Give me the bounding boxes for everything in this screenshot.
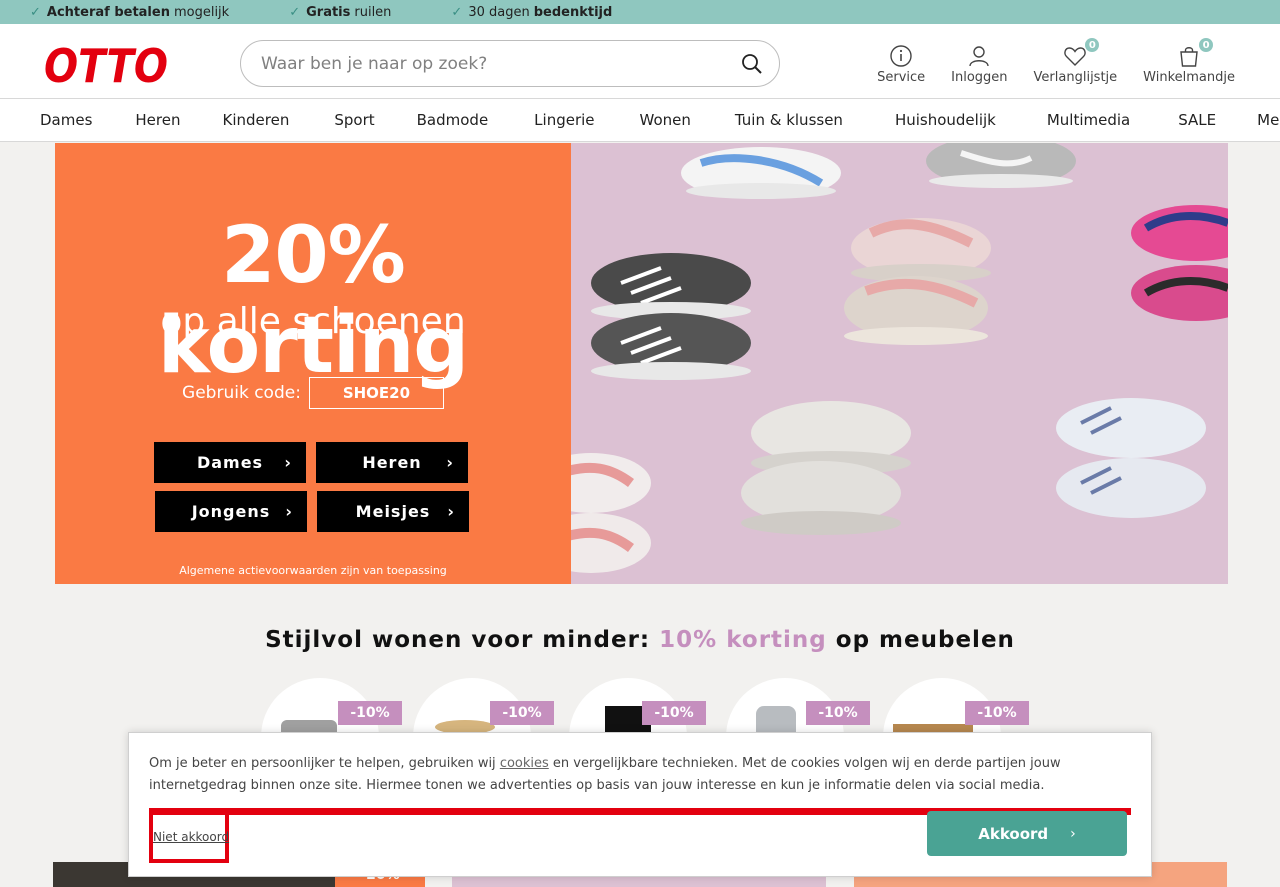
info-icon bbox=[890, 45, 912, 67]
nav-item-tuin-klussen[interactable]: Tuin & klussen bbox=[735, 111, 843, 129]
usp-bar: ✓ Achteraf betalen mogelijk ✓ Gratis rui… bbox=[0, 0, 1280, 24]
usp-item-returns: ✓ Gratis ruilen bbox=[289, 5, 391, 20]
site-header: OTTO Service Inloggen bbox=[0, 24, 1280, 99]
cookie-text-part1: Om je beter en persoonlijker te helpen, … bbox=[149, 756, 496, 771]
cookie-banner: Om je beter en persoonlijker te helpen, … bbox=[128, 732, 1152, 877]
wishlist-label: Verlanglijstje bbox=[1033, 70, 1118, 85]
discount-badge: -10% bbox=[490, 701, 554, 725]
section-title-post: op meubelen bbox=[835, 627, 1015, 653]
usp-bold: Achteraf betalen bbox=[46, 4, 170, 20]
hero-banner[interactable]: 20% korting op alle schoenen Gebruik cod… bbox=[55, 143, 1228, 584]
nav-item-dames[interactable]: Dames bbox=[40, 111, 92, 129]
discount-badge: -10% bbox=[965, 701, 1029, 725]
hero-button-label: Jongens bbox=[191, 502, 271, 521]
hero-footnote: Algemene actievoorwaarden zijn van toepa… bbox=[179, 564, 447, 577]
usp-text: ruilen bbox=[354, 4, 392, 20]
login-label: Inloggen bbox=[951, 70, 1008, 85]
hero-sneakers-image bbox=[571, 143, 1228, 584]
search-bar bbox=[240, 40, 780, 87]
wishlist-count-badge: 0 bbox=[1085, 38, 1100, 52]
hero-button-jongens[interactable]: Jongens › bbox=[155, 491, 307, 532]
otto-logo[interactable]: OTTO bbox=[42, 42, 170, 86]
header-actions: Service Inloggen 0 Verlanglijstje 0 Wink… bbox=[851, 38, 1235, 85]
search-input[interactable] bbox=[261, 53, 721, 74]
hero-button-dames[interactable]: Dames › bbox=[154, 442, 306, 483]
cookies-link[interactable]: cookies bbox=[500, 756, 549, 771]
check-icon: ✓ bbox=[289, 4, 301, 20]
nav-item-sale[interactable]: SALE bbox=[1178, 111, 1216, 129]
main-nav: Dames Heren Kinderen Sport Badmode Linge… bbox=[0, 99, 1280, 142]
section-title-highlight: 10% korting bbox=[659, 627, 827, 653]
nav-item-heren[interactable]: Heren bbox=[135, 111, 180, 129]
svg-text:OTTO: OTTO bbox=[44, 42, 168, 86]
heart-icon bbox=[1064, 47, 1087, 66]
chevron-right-icon: › bbox=[447, 502, 455, 521]
login-link[interactable]: Inloggen bbox=[951, 44, 1008, 85]
promo-code-row: Gebruik code: SHOE20 bbox=[55, 377, 571, 409]
nav-item-multimedia[interactable]: Multimedia bbox=[1047, 111, 1130, 129]
wishlist-icon-wrap: 0 bbox=[1063, 38, 1100, 68]
check-icon: ✓ bbox=[451, 4, 463, 20]
section-title-pre: Stijlvol wonen voor minder: bbox=[265, 627, 651, 653]
cookie-text: Om je beter en persoonlijker te helpen, … bbox=[149, 753, 1129, 797]
shopping-bag-icon bbox=[1180, 47, 1198, 67]
discount-badge: -10% bbox=[338, 701, 402, 725]
hero-button-label: Meisjes bbox=[355, 502, 431, 521]
accept-label: Akkoord bbox=[978, 824, 1049, 843]
chevron-right-icon: › bbox=[1070, 825, 1076, 842]
chevron-right-icon: › bbox=[446, 453, 454, 472]
usp-bold: Gratis bbox=[306, 4, 351, 20]
hero-button-heren[interactable]: Heren › bbox=[316, 442, 468, 483]
discount-badge: -10% bbox=[806, 701, 870, 725]
sneakers-photo bbox=[571, 143, 1228, 573]
nav-item-wonen[interactable]: Wonen bbox=[640, 111, 691, 129]
nav-item-kinderen[interactable]: Kinderen bbox=[223, 111, 290, 129]
hero-subtitle: op alle schoenen bbox=[160, 301, 466, 342]
nav-item-merken[interactable]: Merken bbox=[1257, 111, 1280, 129]
wishlist-link[interactable]: 0 Verlanglijstje bbox=[1033, 38, 1118, 85]
hero-button-label: Heren bbox=[362, 453, 422, 472]
service-label: Service bbox=[877, 70, 926, 85]
nav-item-huishoudelijk[interactable]: Huishoudelijk bbox=[895, 111, 996, 129]
hero-button-label: Dames bbox=[196, 453, 264, 472]
usp-bold: bedenktijd bbox=[533, 4, 613, 20]
usp-item-payment: ✓ Achteraf betalen mogelijk bbox=[30, 5, 229, 20]
user-icon bbox=[969, 46, 990, 67]
cart-count-badge: 0 bbox=[1199, 38, 1214, 52]
discount-badge: -10% bbox=[642, 701, 706, 725]
chevron-right-icon: › bbox=[284, 453, 292, 472]
service-link[interactable]: Service bbox=[877, 44, 925, 85]
promo-code-label: Gebruik code: bbox=[182, 383, 301, 403]
cart-icon-wrap: 0 bbox=[1177, 38, 1214, 68]
usp-text: mogelijk bbox=[173, 4, 230, 20]
furniture-section-title: Stijlvol wonen voor minder: 10% korting … bbox=[0, 627, 1280, 653]
promo-code: SHOE20 bbox=[308, 377, 444, 409]
cart-label: Winkelmandje bbox=[1143, 70, 1235, 85]
check-icon: ✓ bbox=[30, 4, 41, 20]
nav-item-sport[interactable]: Sport bbox=[334, 111, 374, 129]
search-icon[interactable] bbox=[741, 53, 763, 75]
cart-link[interactable]: 0 Winkelmandje bbox=[1143, 38, 1235, 85]
accept-cookies-button[interactable]: Akkoord › bbox=[927, 811, 1127, 856]
usp-text: 30 dagen bbox=[468, 4, 530, 20]
nav-item-lingerie[interactable]: Lingerie bbox=[534, 111, 594, 129]
nav-item-badmode[interactable]: Badmode bbox=[417, 111, 489, 129]
decline-cookies-link[interactable]: Niet akkoord bbox=[153, 830, 229, 844]
hero-button-meisjes[interactable]: Meisjes › bbox=[317, 491, 469, 532]
usp-item-cooling-off: ✓ 30 dagen bedenktijd bbox=[451, 5, 616, 20]
hero-promo-panel: 20% korting op alle schoenen Gebruik cod… bbox=[55, 143, 571, 584]
chevron-right-icon: › bbox=[285, 502, 293, 521]
